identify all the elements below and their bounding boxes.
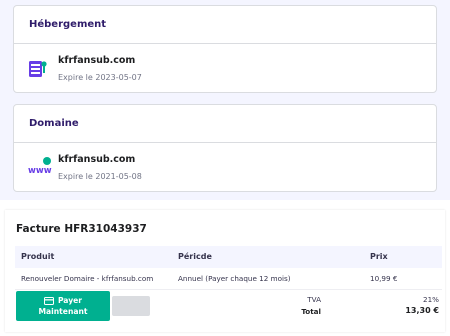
hosting-domain-name[interactable]: kfrfansub.com bbox=[58, 55, 135, 66]
total-value: 13,30 € bbox=[405, 306, 439, 315]
pay-button-label-line1: Payer bbox=[57, 296, 83, 305]
secondary-button[interactable] bbox=[112, 296, 150, 316]
domain-card-heading: Domaine bbox=[14, 105, 436, 143]
invoice-panel: Facture HFR31043937 Produit Péricde Prix… bbox=[5, 210, 445, 332]
table-row: Renouveler Domaire - kfrfansub.com Annue… bbox=[15, 268, 442, 290]
hosting-expiry-date: Expire le 2023-05-07 bbox=[58, 73, 142, 82]
hosting-card-body[interactable]: kfrfansub.com Expire le 2023-05-07 bbox=[14, 44, 436, 92]
hosting-card: Hébergement kfrfansub.com Expire le 2023… bbox=[13, 5, 437, 93]
total-label: Total bbox=[301, 307, 321, 316]
domain-expiry-date: Expire le 2021-05-08 bbox=[58, 172, 142, 181]
tax-value: 21% bbox=[423, 295, 439, 304]
hosting-card-heading: Hébergement bbox=[14, 6, 436, 44]
server-icon bbox=[28, 59, 48, 83]
row-period: Annuel (Payer chaque 12 mois) bbox=[178, 274, 291, 283]
column-header-period: Péricde bbox=[178, 252, 212, 261]
domain-card-body[interactable]: www kfrfansub.com Expire le 2021-05-08 bbox=[14, 143, 436, 191]
column-header-price: Prix bbox=[370, 252, 388, 261]
domain-card: Domaine www kfrfansub.com Expire le 2021… bbox=[13, 104, 437, 192]
invoice-title: Facture HFR31043937 bbox=[16, 223, 147, 235]
www-icon-text: www bbox=[28, 166, 52, 176]
pay-button-label-line2: Maintenant bbox=[38, 307, 88, 316]
tax-label: TVA bbox=[307, 295, 321, 304]
column-header-product: Produit bbox=[21, 252, 55, 261]
invoice-table-header: Produit Péricde Prix bbox=[15, 246, 442, 268]
www-globe-icon: www bbox=[28, 156, 52, 180]
row-product: Renouveler Domaire - kfrfansub.com bbox=[21, 274, 154, 283]
credit-card-icon bbox=[43, 296, 54, 305]
domain-name[interactable]: kfrfansub.com bbox=[58, 154, 135, 165]
row-price: 10,99 € bbox=[370, 274, 398, 283]
pay-now-button[interactable]: Payer Maintenant bbox=[16, 291, 110, 321]
